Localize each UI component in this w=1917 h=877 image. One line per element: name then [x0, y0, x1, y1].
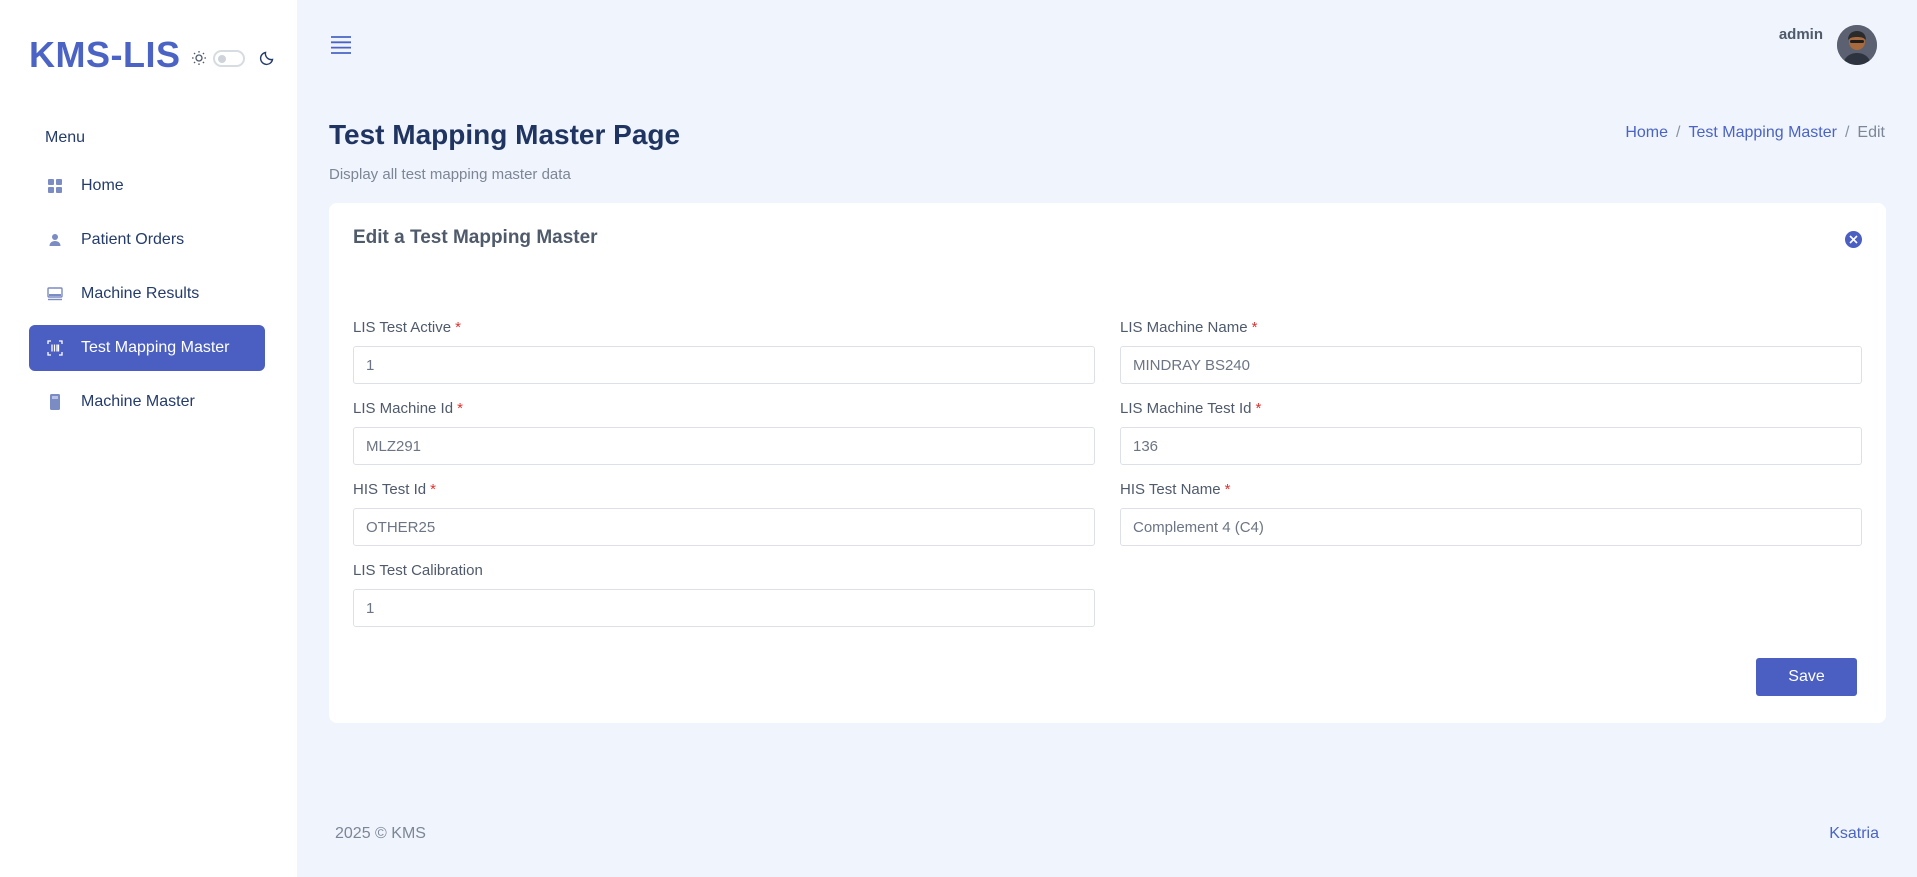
lis-machine-name-input[interactable] — [1120, 346, 1862, 384]
required-marker: * — [457, 400, 463, 417]
sidebar-item-machine-master[interactable]: Machine Master — [29, 379, 265, 425]
lis-machine-test-id-input[interactable] — [1120, 427, 1862, 465]
lis-test-active-input[interactable] — [353, 346, 1095, 384]
avatar[interactable] — [1837, 25, 1877, 65]
label-text: LIS Machine Id — [353, 400, 454, 417]
sidebar-item-label: Machine Results — [81, 285, 200, 302]
user-icon — [45, 230, 65, 250]
sidebar-item-test-mapping-master[interactable]: Test Mapping Master — [29, 325, 265, 371]
sidebar-item-label: Test Mapping Master — [81, 339, 230, 356]
lis-test-calibration-label: LIS Test Calibration — [353, 562, 1095, 579]
lis-machine-name-field: LIS Machine Name * — [1120, 319, 1862, 384]
menu-heading: Menu — [45, 129, 86, 146]
label-text: HIS Test Id — [353, 481, 427, 498]
label-text: LIS Test Calibration — [353, 562, 483, 579]
lis-machine-id-label: LIS Machine Id * — [353, 400, 1095, 417]
toggle-knob — [217, 54, 226, 63]
brand: KMS-LIS — [29, 34, 275, 76]
sidebar-item-patient-orders[interactable]: Patient Orders — [29, 217, 265, 263]
edit-form-card: Edit a Test Mapping Master LIS Test Acti… — [329, 203, 1886, 723]
label-text: LIS Test Active — [353, 319, 452, 336]
grid-icon — [45, 176, 65, 196]
theme-toggle[interactable] — [212, 49, 245, 67]
lis-test-active-field: LIS Test Active * — [353, 319, 1095, 384]
required-marker: * — [430, 481, 436, 498]
save-button[interactable]: Save — [1756, 658, 1857, 696]
monitor-icon — [45, 284, 65, 304]
sidebar-item-home[interactable]: Home — [29, 163, 265, 209]
his-test-name-field: HIS Test Name * — [1120, 481, 1862, 546]
lis-test-calibration-field: LIS Test Calibration — [353, 562, 1095, 627]
breadcrumb-separator: / — [1676, 124, 1681, 141]
sidebar: KMS-LIS Menu Home Patient Orders Machine… — [0, 0, 297, 877]
topbar: admin — [297, 0, 1917, 90]
label-text: LIS Machine Name — [1120, 319, 1248, 336]
his-test-id-label: HIS Test Id * — [353, 481, 1095, 498]
his-test-id-field: HIS Test Id * — [353, 481, 1095, 546]
page-title: Test Mapping Master Page — [329, 119, 681, 150]
close-button[interactable] — [1845, 231, 1862, 248]
footer-copyright: 2025 © KMS — [335, 825, 426, 842]
sidebar-item-label: Home — [81, 177, 124, 194]
lis-machine-id-input[interactable] — [353, 427, 1095, 465]
hamburger-icon — [331, 36, 351, 54]
breadcrumb-test-mapping-master-link[interactable]: Test Mapping Master — [1688, 124, 1837, 142]
his-test-name-input[interactable] — [1120, 508, 1862, 546]
lis-machine-name-label: LIS Machine Name * — [1120, 319, 1862, 336]
sun-icon — [191, 51, 206, 65]
lis-test-calibration-input[interactable] — [353, 589, 1095, 627]
page-subtitle: Display all test mapping master data — [329, 166, 571, 183]
sidebar-item-label: Machine Master — [81, 393, 195, 410]
theme-switch — [191, 49, 275, 67]
device-icon — [45, 392, 65, 412]
scan-icon — [45, 338, 65, 358]
his-test-name-label: HIS Test Name * — [1120, 481, 1862, 498]
brand-logo-text[interactable]: KMS-LIS — [29, 34, 181, 76]
sidebar-item-label: Patient Orders — [81, 231, 185, 248]
moon-icon — [259, 51, 273, 66]
breadcrumb-home-link[interactable]: Home — [1625, 124, 1668, 142]
close-icon — [1849, 235, 1858, 244]
lis-machine-test-id-field: LIS Machine Test Id * — [1120, 400, 1862, 465]
breadcrumb: Home / Test Mapping Master / Edit — [1625, 124, 1885, 142]
footer-vendor-link[interactable]: Ksatria — [1829, 825, 1879, 843]
lis-machine-test-id-label: LIS Machine Test Id * — [1120, 400, 1862, 417]
his-test-id-input[interactable] — [353, 508, 1095, 546]
required-marker: * — [1224, 481, 1231, 498]
hamburger-menu-button[interactable] — [330, 35, 352, 60]
required-marker: * — [455, 319, 461, 336]
user-name[interactable]: admin — [1779, 26, 1823, 43]
label-text: LIS Machine Test Id — [1120, 400, 1252, 417]
label-text: HIS Test Name — [1120, 481, 1221, 498]
sidebar-nav: Home Patient Orders Machine Results Test… — [29, 163, 265, 433]
required-marker: * — [1251, 319, 1258, 336]
breadcrumb-separator: / — [1844, 124, 1850, 141]
sidebar-item-machine-results[interactable]: Machine Results — [29, 271, 265, 317]
required-marker: * — [1255, 400, 1262, 417]
form-title: Edit a Test Mapping Master — [353, 227, 598, 248]
lis-machine-id-field: LIS Machine Id * — [353, 400, 1095, 465]
lis-test-active-label: LIS Test Active * — [353, 319, 1095, 336]
avatar-image — [1837, 25, 1877, 65]
breadcrumb-current: Edit — [1857, 124, 1885, 141]
